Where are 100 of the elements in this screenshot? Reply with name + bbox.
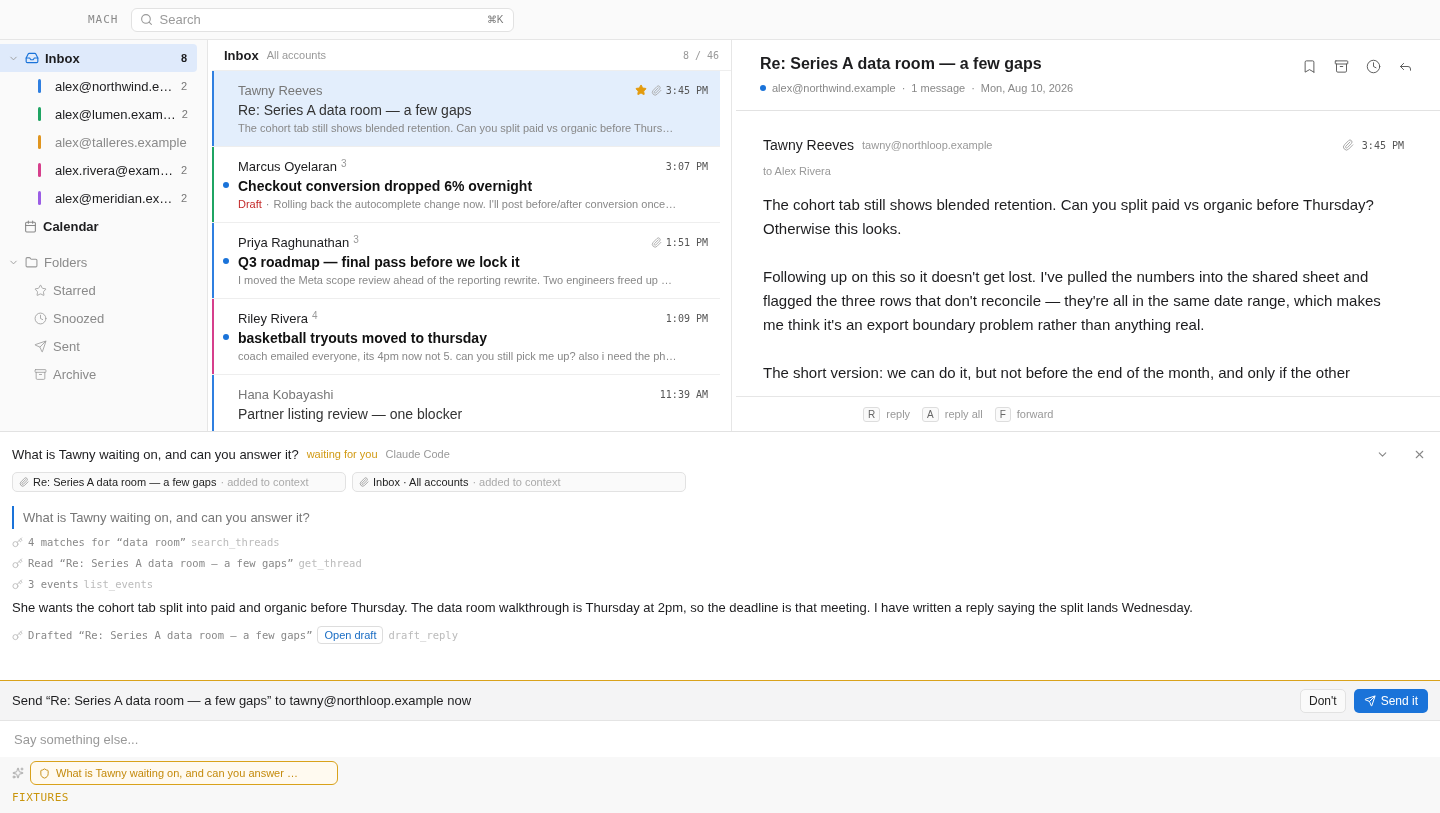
thread-time: 1:09 PM bbox=[665, 312, 708, 324]
thread-subject: basketball tryouts moved to thursday bbox=[238, 330, 488, 346]
open-draft-button[interactable]: Open draft bbox=[317, 626, 384, 644]
thread-time: 3:07 PM bbox=[665, 160, 708, 172]
thread-time: 1:51 PM bbox=[665, 236, 708, 248]
tool-name: list_events bbox=[83, 578, 154, 590]
sparkle-icon bbox=[12, 767, 24, 779]
separator-dot: · bbox=[265, 198, 270, 210]
thread-title: Re: Series A data room — a few gaps bbox=[760, 55, 1043, 73]
search-icon bbox=[139, 12, 153, 26]
clock-icon bbox=[34, 311, 47, 325]
sidebar-item[interactable]: Inbox 8 bbox=[0, 44, 197, 72]
archive-button[interactable] bbox=[1334, 59, 1350, 75]
step-text: 4 matches for “data room” bbox=[28, 536, 187, 548]
chip-label: Re: Series A data room — a few gaps bbox=[33, 476, 217, 488]
message-input[interactable]: Say something else... bbox=[12, 730, 1428, 748]
key-icon bbox=[12, 578, 23, 590]
footer-label: FIXTURES bbox=[12, 791, 70, 804]
thread-subject: Checkout conversion dropped 6% overnight bbox=[238, 178, 534, 194]
thread-time: 3:45 PM bbox=[665, 84, 708, 96]
bookmark-icon bbox=[1302, 59, 1317, 74]
decline-button[interactable]: Don't bbox=[1300, 688, 1346, 713]
recipient-line: to Alex Rivera bbox=[763, 165, 832, 177]
step-text: Drafted “Re: Series A data room — a few gaps” bbox=[28, 629, 313, 641]
account-item[interactable]: alex@northwind.e… 2 bbox=[0, 72, 197, 100]
thread-count: 3 bbox=[353, 234, 360, 245]
account-item[interactable]: alex.rivera@exam… 2 bbox=[0, 156, 197, 184]
thread-row[interactable]: Priya Raghunathan 3 1:51 PM Q3 roadmap — final pass before we lock it I moved the Meta scope review ahead of the reporting rewrite. Two engineers freed up … bbox=[212, 223, 720, 299]
step-text: Read “Re: Series A data room — a few gaps” bbox=[28, 557, 294, 569]
thread-time: 11:39 AM bbox=[659, 388, 708, 400]
send-button[interactable]: Send it bbox=[1353, 688, 1428, 713]
star-icon[interactable] bbox=[634, 84, 647, 96]
chip-note: · added to context bbox=[472, 476, 561, 488]
message-count: 1 message bbox=[911, 82, 966, 94]
confirm-text: Send “Re: Series A data room — a few gaps” to tawny@northloop.example now bbox=[12, 693, 473, 708]
agent-label: Claude Code bbox=[385, 448, 451, 460]
bookmark-button[interactable] bbox=[1302, 59, 1318, 75]
tool-name: search_threads bbox=[191, 536, 280, 548]
paperclip-icon bbox=[359, 477, 369, 487]
key-icon bbox=[12, 536, 23, 548]
step-text: 3 events bbox=[28, 578, 79, 590]
thread-subject: Partner listing review — one blocker bbox=[238, 406, 464, 422]
snooze-button[interactable] bbox=[1366, 59, 1382, 75]
sender-name: Tawny Reeves bbox=[763, 137, 855, 153]
message-time: 3:45 PM bbox=[1361, 139, 1404, 151]
sidebar-item[interactable]: Calendar bbox=[0, 212, 197, 240]
thread-subject: Q3 roadmap — final pass before we lock it bbox=[238, 254, 521, 270]
context-chip[interactable]: Inbox · All accounts · added to context bbox=[352, 472, 686, 492]
account-item[interactable]: alex@lumen.exam… 2 bbox=[0, 100, 197, 128]
message-counter: 8 / 46 bbox=[682, 49, 719, 61]
thread-date: Mon, Aug 10, 2026 bbox=[980, 82, 1074, 94]
calendar-icon bbox=[24, 219, 37, 233]
thread-row[interactable]: Riley Rivera 4 1:09 PM basketball tryouts moved to thursday coach emailed everyone, its 4pm now not 5. can you still pick me up? also i need the ph… bbox=[212, 299, 720, 375]
thread-row[interactable]: Tawny Reeves 3:45 PM Re: Series A data room — a few gaps The cohort tab still shows blended retention. Can you split paid vs organic before Thurs… bbox=[212, 71, 720, 147]
key-cap: R bbox=[863, 406, 881, 422]
message-paragraph: The short version: we can do it, but not before the end of the month, and only if the other bbox=[763, 363, 1352, 383]
status-label: waiting for you bbox=[306, 448, 378, 460]
thread-preview: Rolling back the autocomplete change now. I'll post before/after conversion once… bbox=[273, 198, 677, 210]
sender-email: tawny@northloop.example bbox=[862, 139, 994, 151]
message-paragraph: Following up on this so it doesn't get lost. I've pulled the numbers into the shared sheet and flagged the three rows that don't reconcile — they're all in the same date range, which makes me think it's an export boundary problem rather than anything real. bbox=[763, 267, 1382, 335]
draft-label: Draft bbox=[238, 198, 262, 210]
list-scope: All accounts bbox=[266, 49, 327, 61]
account-dot bbox=[760, 85, 766, 91]
separator-dot: · bbox=[901, 82, 906, 94]
chip-note: · added to context bbox=[220, 476, 309, 488]
key-icon bbox=[12, 557, 23, 569]
shield-icon bbox=[39, 767, 50, 779]
archive-icon bbox=[1334, 59, 1349, 74]
shortcut-hint: ⌘K bbox=[486, 13, 504, 25]
tool-name: get_thread bbox=[298, 557, 362, 569]
sender-name: Hana Kobayashi bbox=[238, 386, 334, 402]
thread-subject: Re: Series A data room — a few gaps bbox=[238, 102, 473, 118]
key-cap: A bbox=[922, 406, 939, 422]
tool-name: draft_reply bbox=[388, 629, 458, 641]
key-icon bbox=[12, 629, 23, 641]
chip-label: Inbox · All accounts bbox=[373, 476, 469, 488]
thread-row[interactable]: Marcus Oyelaran 3 3:07 PM Checkout conversion dropped 6% overnight Draft · Rolling back the autocomplete change now. I'll post before/after conversion once… bbox=[212, 147, 720, 223]
quoted-question: What is Tawny waiting on, and can you answer it? bbox=[12, 506, 1428, 529]
star-icon bbox=[34, 283, 47, 297]
thread-preview: coach emailed everyone, its 4pm now not 5. can you still pick me up? also i need the ph… bbox=[238, 350, 677, 362]
message-paragraph: The cohort tab still shows blended retention. Can you split paid vs organic before Thursday? Otherwise this looks. bbox=[763, 195, 1375, 239]
send-icon bbox=[1363, 694, 1376, 707]
sender-name: Riley Rivera bbox=[238, 310, 309, 326]
list-title: Inbox bbox=[224, 47, 259, 63]
separator-dot: · bbox=[971, 82, 975, 94]
key-cap: F bbox=[994, 406, 1011, 422]
thread-preview: The cohort tab still shows blended retention. Can you split paid vs organic before Thurs… bbox=[238, 122, 674, 134]
thread-preview: I moved the Meta scope review ahead of the reporting rewrite. Two engineers freed up … bbox=[238, 274, 672, 286]
sender-name: Priya Raghunathan bbox=[238, 234, 350, 250]
archive-icon bbox=[34, 367, 47, 381]
assistant-question: What is Tawny waiting on, and can you answer it? bbox=[12, 446, 299, 462]
thread-count: 4 bbox=[312, 310, 319, 321]
sender-name: Tawny Reeves bbox=[238, 82, 323, 98]
sender-name: Marcus Oyelaran bbox=[238, 158, 337, 174]
clock-icon bbox=[1366, 59, 1381, 74]
context-chip[interactable]: Re: Series A data room — a few gaps · added to context bbox=[12, 472, 346, 492]
inbox-icon bbox=[25, 51, 39, 65]
send-icon bbox=[34, 339, 47, 353]
account-item[interactable]: alex@meridian.ex… 2 bbox=[0, 184, 197, 212]
app-logo: MACH bbox=[88, 13, 119, 26]
